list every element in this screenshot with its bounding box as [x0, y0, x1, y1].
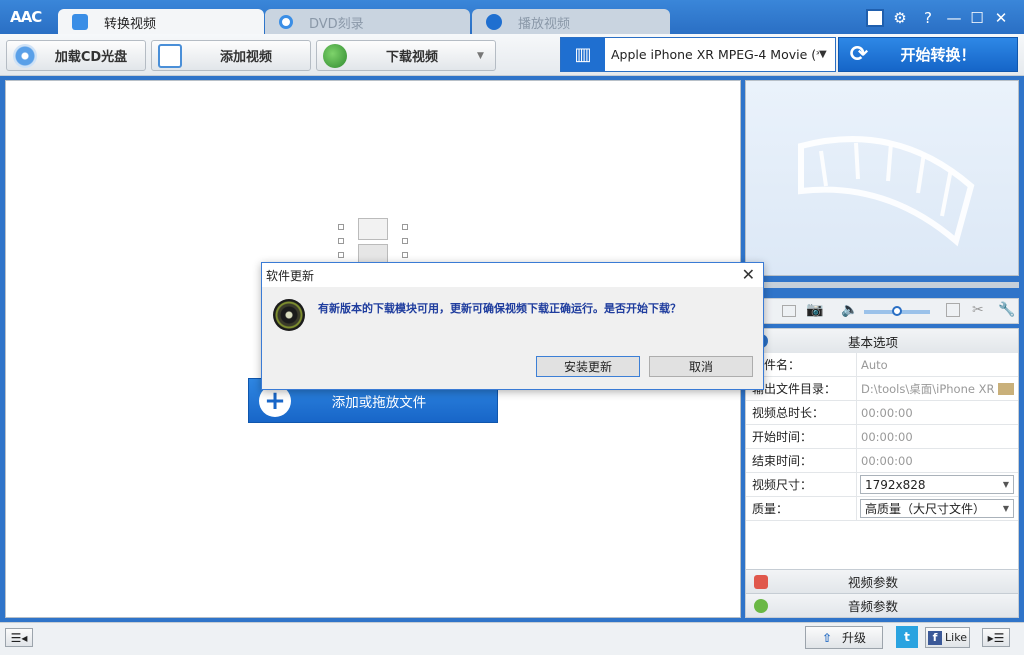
player-controls: 📷 🔈 ✂ 🔧 — [745, 298, 1019, 324]
chevron-down-icon: ▼ — [1002, 504, 1009, 513]
download-video-label: 下载视频 — [385, 50, 438, 65]
copy-icon[interactable] — [946, 303, 960, 317]
start-convert-label: 开始转换！ — [900, 46, 976, 64]
film-strip-icon — [330, 218, 416, 266]
update-disc-icon — [273, 299, 305, 331]
add-files-label: 添加或拖放文件 — [331, 394, 427, 411]
setting-row-duration: 视频总时长： 00:00:00 — [746, 400, 1018, 425]
refresh-icon: ⟳ — [849, 42, 869, 67]
setting-row-filename: 文件名： Auto — [746, 352, 1018, 377]
tab-label: 转换视频 — [104, 16, 157, 32]
list-collapse-button[interactable]: ☰◂ — [5, 628, 33, 647]
film-icon — [754, 574, 768, 589]
settings-panel: 基本选项 文件名： Auto 输出文件目录： D:\tools\桌面\iPhone … — [745, 328, 1019, 618]
output-profile-select[interactable]: ▥ Apple iPhone XR MPEG-4 Movie (*.m... ▼ — [560, 37, 836, 72]
film-add-icon — [158, 43, 182, 68]
setting-row-quality: 质量： 高质量（大尺寸文件） ▼ — [746, 496, 1018, 521]
app-logo: AAC — [10, 8, 42, 26]
setting-row-video-size: 视频尺寸： 1792x828 ▼ — [746, 472, 1018, 497]
wrench-icon[interactable]: 🔧 — [998, 302, 1015, 318]
panel-expand-button[interactable]: ▸☰ — [982, 628, 1010, 647]
dialog-message: 有新版本的下载模块可用，更新可确保视频下载正确运行。是否开始下载？ — [318, 302, 681, 315]
preview-progress-track[interactable] — [745, 282, 1019, 288]
upgrade-button[interactable]: ⇧ 升级 — [805, 626, 883, 649]
cd-icon — [13, 43, 37, 68]
convert-icon — [72, 14, 88, 30]
upgrade-arrow-icon: ⇧ — [821, 630, 833, 645]
chevron-down-icon[interactable]: ▼ — [477, 51, 495, 61]
setting-row-end-time: 结束时间： 00:00:00 — [746, 448, 1018, 473]
load-cd-label: 加载CD光盘 — [54, 50, 128, 65]
profile-label: Apple iPhone XR MPEG-4 Movie (*.m... — [611, 47, 819, 62]
folder-icon[interactable] — [998, 382, 1014, 395]
stop-icon[interactable] — [782, 305, 796, 317]
tab-label: 播放视频 — [518, 16, 571, 32]
phone-profile-icon: ▥ — [561, 38, 605, 71]
volume-knob[interactable] — [892, 306, 902, 316]
chevron-down-icon: ▼ — [1002, 480, 1009, 489]
audio-params-header[interactable]: 音频参数 — [746, 593, 1018, 617]
basic-options-header[interactable]: 基本选项 — [746, 329, 1018, 353]
setting-row-output-dir: 输出文件目录： D:\tools\桌面\iPhone XR — [746, 376, 1018, 401]
facebook-icon: f — [928, 630, 943, 645]
add-video-button[interactable]: 添加视频 — [151, 40, 311, 71]
film-reel-watermark — [798, 136, 975, 247]
install-update-button[interactable]: 安装更新 — [536, 356, 640, 377]
tab-dvd-burn[interactable]: DVD刻录 — [265, 9, 470, 35]
globe-icon — [323, 43, 347, 68]
load-cd-button[interactable]: 加载CD光盘 — [6, 40, 146, 71]
camera-icon[interactable]: 📷 — [806, 302, 823, 318]
dialog-title: 软件更新 — [266, 268, 315, 283]
minimize-button[interactable]: — — [943, 8, 965, 28]
setting-row-start-time: 开始时间： 00:00:00 — [746, 424, 1018, 449]
disc-icon — [279, 15, 293, 29]
add-video-label: 添加视频 — [219, 50, 272, 65]
video-size-select[interactable]: 1792x828 ▼ — [860, 475, 1014, 494]
video-params-header[interactable]: 视频参数 — [746, 569, 1018, 593]
close-button[interactable]: ✕ — [990, 8, 1012, 28]
tab-play-video[interactable]: 播放视频 — [472, 9, 670, 35]
download-video-button[interactable]: 下载视频 ▼ — [316, 40, 496, 71]
facebook-like-button[interactable]: f Like — [925, 627, 970, 648]
chevron-down-icon: ▼ — [819, 49, 827, 60]
gear-icon[interactable]: ⚙ — [889, 8, 911, 28]
quality-select[interactable]: 高质量（大尺寸文件） ▼ — [860, 499, 1014, 518]
tab-label: DVD刻录 — [309, 16, 364, 32]
dialog-title-bar: 软件更新 — [262, 263, 763, 287]
play-icon — [486, 14, 502, 30]
speaker-icon — [754, 598, 768, 613]
maximize-button[interactable]: ☐ — [966, 8, 988, 28]
menu-list-icon[interactable] — [866, 9, 884, 27]
cancel-button[interactable]: 取消 — [649, 356, 753, 377]
tab-convert-video[interactable]: 转换视频 — [58, 9, 264, 35]
start-convert-button[interactable]: ⟳ 开始转换！ — [838, 37, 1018, 72]
dialog-close-icon[interactable]: ✕ — [742, 265, 755, 284]
cut-icon[interactable]: ✂ — [972, 302, 984, 318]
twitter-icon[interactable]: t — [896, 626, 918, 648]
volume-icon[interactable]: 🔈 — [841, 302, 858, 318]
video-preview — [745, 80, 1019, 276]
help-button[interactable]: ? — [917, 8, 939, 28]
software-update-dialog: 软件更新 ✕ 有新版本的下载模块可用，更新可确保视频下载正确运行。是否开始下载？… — [261, 262, 764, 390]
